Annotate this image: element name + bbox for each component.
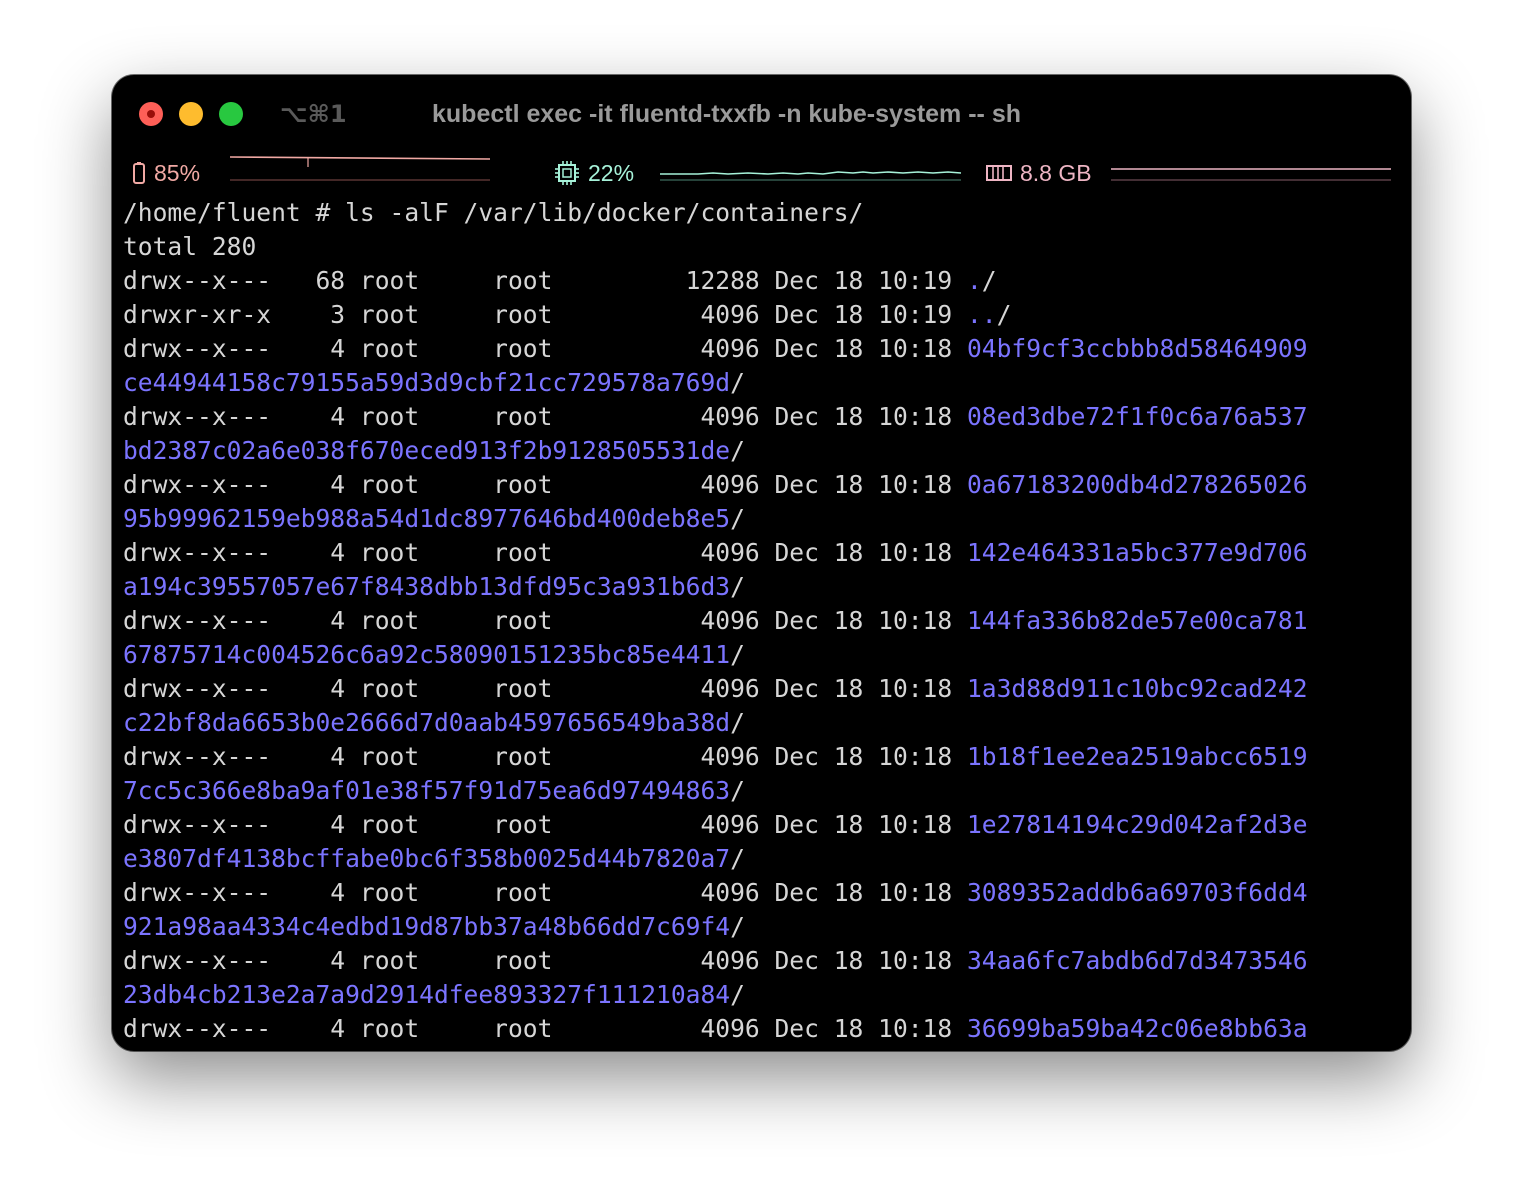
battery-sparkline [229, 156, 491, 181]
terminal-line: e3807df4138bcffabe0bc6f358b0025d44b7820a… [123, 842, 1411, 876]
terminal-line: drwx--x--- 4 root root 4096 Dec 18 10:18… [123, 944, 1411, 978]
line-text: drwx--x--- 4 root root 4096 Dec 18 10:18 [123, 1014, 967, 1043]
title-bar: ⌥⌘1 kubectl exec -it fluentd-txxfb -n ku… [112, 75, 1411, 151]
battery-icon [132, 161, 146, 185]
directory-name: 7cc5c366e8ba9af01e38f57f91d75ea6d9749486… [123, 776, 731, 805]
directory-name: 08ed3dbe72f1f0c6a76a537 [966, 402, 1308, 431]
terminal-line: drwxr-xr-x 3 root root 4096 Dec 18 10:19… [123, 298, 1411, 332]
minimize-button[interactable] [179, 102, 203, 126]
window-title: kubectl exec -it fluentd-txxfb -n kube-s… [432, 100, 1021, 128]
terminal-line: drwx--x--- 4 root root 4096 Dec 18 10:18… [123, 332, 1411, 366]
directory-name: bd2387c02a6e038f670eced913f2b9128505531d… [123, 436, 731, 465]
directory-name: 0a67183200db4d278265026 [966, 470, 1308, 499]
directory-name: ce44944158c79155a59d3d9cbf21cc729578a769… [123, 368, 731, 397]
directory-name: e3807df4138bcffabe0bc6f358b0025d44b7820a… [123, 844, 731, 873]
directory-name: 1a3d88d911c10bc92cad242 [966, 674, 1308, 703]
terminal-line: drwx--x--- 4 root root 4096 Dec 18 10:18… [123, 672, 1411, 706]
memory-status: 8.8 GB [986, 157, 1092, 189]
terminal-line: drwx--x--- 68 root root 12288 Dec 18 10:… [123, 264, 1411, 298]
cpu-status: 22% [554, 157, 634, 189]
line-text: drwx--x--- 4 root root 4096 Dec 18 10:18 [123, 946, 967, 975]
line-suffix: / [730, 912, 745, 941]
line-suffix: / [981, 266, 997, 295]
terminal-line: drwx--x--- 4 root root 4096 Dec 18 10:18… [123, 400, 1411, 434]
line-suffix: / [730, 368, 745, 397]
line-suffix: / [730, 844, 745, 873]
terminal-line: 921a98aa4334c4edbd19d87bb37a48b66dd7c69f… [123, 910, 1411, 944]
directory-name: 36699ba59ba42c06e8bb63a [966, 1014, 1308, 1043]
memory-value: 8.8 GB [1020, 160, 1092, 186]
directory-name: 95b99962159eb988a54d1dc8977646bd400deb8e… [123, 504, 731, 533]
terminal-line: /home/fluent # ls -alF /var/lib/docker/c… [123, 196, 1411, 230]
line-text: drwx--x--- 4 root root 4096 Dec 18 10:18 [123, 470, 967, 499]
directory-name: 142e464331a5bc377e9d706 [966, 538, 1308, 567]
line-text: drwx--x--- 68 root root 12288 Dec 18 10:… [123, 266, 967, 295]
memory-icon [986, 163, 1012, 183]
cpu-icon [554, 160, 580, 186]
line-text: drwxr-xr-x 3 root root 4096 Dec 18 10:19 [123, 300, 967, 329]
close-button[interactable] [139, 102, 163, 126]
line-suffix: / [730, 504, 745, 533]
terminal-line: drwx--x--- 4 root root 4096 Dec 18 10:18… [123, 808, 1411, 842]
terminal-line: drwx--x--- 4 root root 4096 Dec 18 10:18… [123, 740, 1411, 774]
memory-sparkline [1111, 168, 1391, 181]
directory-name: 921a98aa4334c4edbd19d87bb37a48b66dd7c69f… [123, 912, 731, 941]
directory-name: 3089352addb6a69703f6dd4 [966, 878, 1308, 907]
line-text: drwx--x--- 4 root root 4096 Dec 18 10:18 [123, 538, 967, 567]
directory-name: 144fa336b82de57e00ca781 [966, 606, 1308, 635]
line-suffix: / [730, 708, 745, 737]
battery-value: 85% [154, 160, 201, 186]
line-suffix: / [730, 980, 745, 1009]
terminal-line: drwx--x--- 4 root root 4096 Dec 18 10:18… [123, 468, 1411, 502]
line-text: drwx--x--- 4 root root 4096 Dec 18 10:18 [123, 742, 967, 771]
terminal-line: drwx--x--- 4 root root 4096 Dec 18 10:18… [123, 604, 1411, 638]
line-text: drwx--x--- 4 root root 4096 Dec 18 10:18 [123, 402, 967, 431]
directory-name: 04bf9cf3ccbbb8d58464909 [966, 334, 1308, 363]
directory-name: . [966, 266, 982, 295]
status-bar: 85% 22% 8.8 GB [112, 153, 1411, 193]
terminal-line: 95b99962159eb988a54d1dc8977646bd400deb8e… [123, 502, 1411, 536]
line-text: drwx--x--- 4 root root 4096 Dec 18 10:18 [123, 878, 967, 907]
cpu-value: 22% [588, 160, 635, 186]
line-suffix: / [730, 776, 745, 805]
line-suffix: / [730, 572, 745, 601]
tab-shortcut-label: ⌥⌘1 [280, 100, 347, 128]
directory-name: 1b18f1ee2ea2519abcc6519 [966, 742, 1308, 771]
line-text: /home/fluent # ls -alF /var/lib/docker/c… [123, 198, 864, 227]
line-text: drwx--x--- 4 root root 4096 Dec 18 10:18 [123, 674, 967, 703]
terminal-window: ⌥⌘1 kubectl exec -it fluentd-txxfb -n ku… [112, 75, 1411, 1051]
line-suffix: / [730, 436, 745, 465]
terminal-line: bd2387c02a6e038f670eced913f2b9128505531d… [123, 434, 1411, 468]
line-text: drwx--x--- 4 root root 4096 Dec 18 10:18 [123, 810, 967, 839]
line-text: drwx--x--- 4 root root 4096 Dec 18 10:18 [123, 334, 967, 363]
line-suffix: / [996, 300, 1012, 329]
terminal-line: 67875714c004526c6a92c58090151235bc85e441… [123, 638, 1411, 672]
terminal-output[interactable]: /home/fluent # ls -alF /var/lib/docker/c… [123, 196, 1411, 1046]
terminal-line: drwx--x--- 4 root root 4096 Dec 18 10:18… [123, 1012, 1411, 1046]
directory-name: a194c39557057e67f8438dbb13dfd95c3a931b6d… [123, 572, 731, 601]
battery-status: 85% [132, 157, 200, 189]
directory-name: c22bf8da6653b0e2666d7d0aab4597656549ba38… [123, 708, 731, 737]
terminal-line: a194c39557057e67f8438dbb13dfd95c3a931b6d… [123, 570, 1411, 604]
line-text: total 280 [123, 232, 257, 261]
directory-name: 1e27814194c29d042af2d3e [966, 810, 1308, 839]
line-suffix: / [730, 640, 745, 669]
line-text: drwx--x--- 4 root root 4096 Dec 18 10:18 [123, 606, 967, 635]
terminal-line: drwx--x--- 4 root root 4096 Dec 18 10:18… [123, 876, 1411, 910]
terminal-line: ce44944158c79155a59d3d9cbf21cc729578a769… [123, 366, 1411, 400]
directory-name: 23db4cb213e2a7a9d2914dfee893327f111210a8… [123, 980, 731, 1009]
cpu-sparkline [660, 171, 962, 181]
directory-name: 34aa6fc7abdb6d7d3473546 [966, 946, 1308, 975]
directory-name: .. [966, 300, 997, 329]
terminal-line: total 280 [123, 230, 1411, 264]
maximize-button[interactable] [219, 102, 243, 126]
terminal-line: 23db4cb213e2a7a9d2914dfee893327f111210a8… [123, 978, 1411, 1012]
terminal-line: 7cc5c366e8ba9af01e38f57f91d75ea6d9749486… [123, 774, 1411, 808]
directory-name: 67875714c004526c6a92c58090151235bc85e441… [123, 640, 731, 669]
terminal-line: drwx--x--- 4 root root 4096 Dec 18 10:18… [123, 536, 1411, 570]
terminal-line: c22bf8da6653b0e2666d7d0aab4597656549ba38… [123, 706, 1411, 740]
